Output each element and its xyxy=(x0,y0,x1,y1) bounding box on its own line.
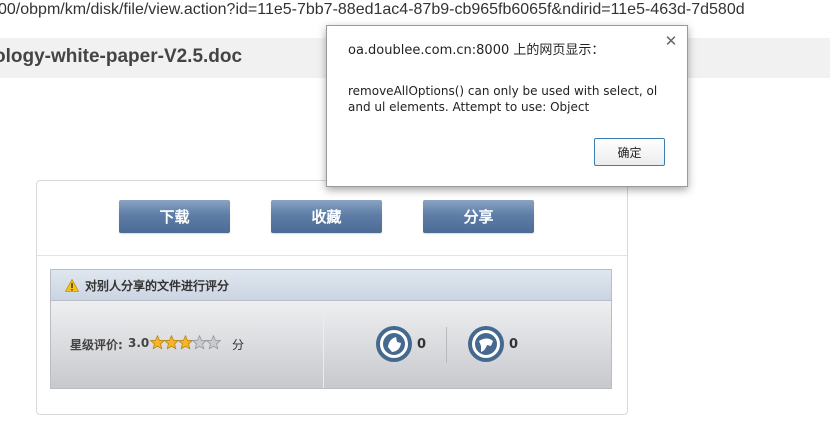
alert-dialog: oa.doublee.com.cn:8000 上的网页显示： ✕ removeA… xyxy=(326,25,688,187)
download-button[interactable]: 下载 xyxy=(119,200,230,233)
star-filled-icon[interactable] xyxy=(164,335,179,350)
share-button[interactable]: 分享 xyxy=(423,200,534,233)
star-empty-icon[interactable] xyxy=(192,335,207,350)
star-rating-score: 3.0 xyxy=(128,336,150,350)
thumbs-up-icon[interactable] xyxy=(375,325,413,363)
collect-button[interactable]: 收藏 xyxy=(271,200,382,233)
url-text: 00/obpm/km/disk/file/view.action?id=11e5… xyxy=(0,1,745,18)
warning-icon xyxy=(65,279,79,292)
star-rating-stars[interactable] xyxy=(150,335,221,351)
file-panel: 下载 收藏 分享 对别人分享的文件进行评分 星级评价: 3.0 分 0 0 xyxy=(36,180,628,415)
upvote-count: 0 xyxy=(417,337,427,352)
ok-button[interactable]: 确定 xyxy=(594,138,665,166)
star-rating-section: 星级评价: 3.0 分 xyxy=(51,301,324,388)
address-bar[interactable]: 00/obpm/km/disk/file/view.action?id=11e5… xyxy=(0,0,830,24)
rating-title: 对别人分享的文件进行评分 xyxy=(85,279,230,293)
star-filled-icon[interactable] xyxy=(150,335,165,350)
star-empty-icon[interactable] xyxy=(206,335,221,350)
star-rating-label: 星级评价: xyxy=(70,338,123,352)
file-title: ology-white-paper-V2.5.doc xyxy=(0,46,243,67)
star-filled-icon[interactable] xyxy=(178,335,193,350)
dialog-message: removeAllOptions() can only be used with… xyxy=(348,84,658,114)
vote-section: 0 0 xyxy=(324,301,611,388)
action-bar: 下载 收藏 分享 xyxy=(37,181,627,256)
rating-header: 对别人分享的文件进行评分 xyxy=(51,270,611,301)
close-icon[interactable]: ✕ xyxy=(662,32,680,50)
thumbs-down-icon[interactable] xyxy=(467,325,505,363)
vote-divider xyxy=(446,327,447,363)
rating-panel: 对别人分享的文件进行评分 星级评价: 3.0 分 0 0 xyxy=(50,269,612,389)
star-rating-unit: 分 xyxy=(232,338,245,352)
dialog-title: oa.doublee.com.cn:8000 上的网页显示： xyxy=(348,43,605,58)
downvote-count: 0 xyxy=(509,337,519,352)
